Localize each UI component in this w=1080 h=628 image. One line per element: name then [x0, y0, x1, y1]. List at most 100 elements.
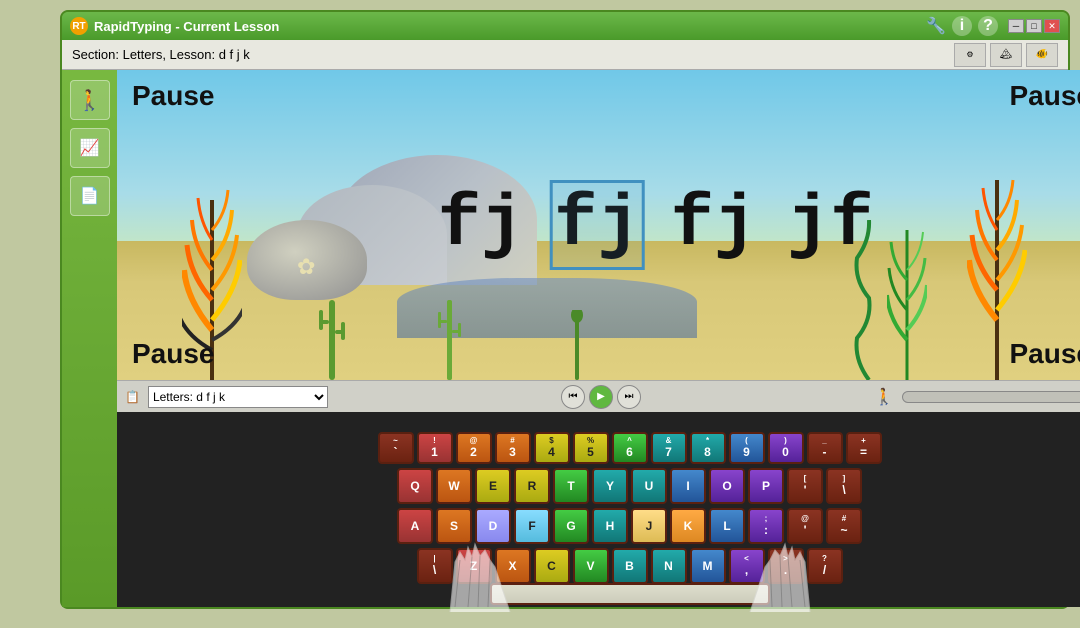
key-slash[interactable]: ?/ — [807, 548, 843, 584]
key-a[interactable]: A — [397, 508, 433, 544]
qwerty-row: Q W E R T Y U I O P [' ]\ — [397, 468, 862, 504]
key-7[interactable]: &7 — [651, 432, 687, 464]
key-backslash[interactable]: |\ — [417, 548, 453, 584]
minimize-button[interactable]: ─ — [1008, 19, 1024, 33]
key-backtick[interactable]: ~` — [378, 432, 414, 464]
plant-small-1 — [567, 310, 587, 380]
playback-controls: ⏮ ▶ ⏭ — [336, 385, 866, 409]
starfish-decoration: ✿ — [297, 254, 315, 280]
language-flag — [6, 610, 22, 622]
key-b[interactable]: B — [612, 548, 648, 584]
key-s[interactable]: S — [436, 508, 472, 544]
key-2[interactable]: @2 — [456, 432, 492, 464]
key-hash[interactable]: #~ — [826, 508, 862, 544]
keyboard-area: ~` !1 @2 #3 $4 %5 ^6 &7 *8 (9 )0 _- — [117, 412, 1080, 607]
outer-wrapper: som... char... adul... English RT RapidT… — [0, 0, 1080, 628]
key-k[interactable]: K — [670, 508, 706, 544]
forward-button[interactable]: ⏭ — [617, 385, 641, 409]
key-6[interactable]: ^6 — [612, 432, 648, 464]
walk-icon: 🚶 — [874, 387, 894, 407]
key-comma[interactable]: <, — [729, 548, 765, 584]
left-sidebar: 🚶 📈 📄 — [62, 70, 117, 607]
key-h[interactable]: H — [592, 508, 628, 544]
key-semicolon[interactable]: ;: — [748, 508, 784, 544]
spacebar[interactable] — [490, 583, 770, 605]
pause-label-bl[interactable]: Pause — [132, 338, 215, 370]
pause-label-br[interactable]: Pause — [1010, 338, 1080, 370]
key-p[interactable]: P — [748, 468, 784, 504]
typing-word-highlighted: fj — [554, 184, 640, 266]
sidebar-chart-btn[interactable]: 📈 — [70, 128, 110, 168]
key-9[interactable]: (9 — [729, 432, 765, 464]
key-g[interactable]: G — [553, 508, 589, 544]
key-v[interactable]: V — [573, 548, 609, 584]
window-title: RapidTyping - Current Lesson — [94, 19, 926, 34]
typing-scene: ✿ — [117, 70, 1080, 380]
window-controls: ─ □ ✕ — [1008, 19, 1060, 33]
scene-container: ✿ — [117, 70, 1080, 607]
key-1[interactable]: !1 — [417, 432, 453, 464]
wrench-icon[interactable]: 🔧 — [926, 16, 946, 36]
language-label: English — [26, 610, 62, 622]
key-e[interactable]: E — [475, 468, 511, 504]
plant-right-2 — [887, 200, 927, 380]
toolbar-strip: Section: Letters, Lesson: d f j k ⚙ 🏔 🐠 — [62, 40, 1068, 70]
key-u[interactable]: U — [631, 468, 667, 504]
progress-bar — [902, 391, 1080, 403]
key-bracket-left[interactable]: [' — [787, 468, 823, 504]
pause-label-tr[interactable]: Pause — [1010, 80, 1080, 112]
asdf-row: A S D F G H J K L ;: @' #~ — [397, 508, 862, 544]
key-l[interactable]: L — [709, 508, 745, 544]
num-row: ~` !1 @2 #3 $4 %5 ^6 &7 *8 (9 )0 _- — [378, 432, 882, 464]
toolbar-icons: ⚙ 🏔 🐠 — [954, 43, 1058, 67]
key-f[interactable]: F — [514, 508, 550, 544]
sidebar-walk-btn[interactable]: 🚶 — [70, 80, 110, 120]
key-o[interactable]: O — [709, 468, 745, 504]
key-d[interactable]: D — [475, 508, 511, 544]
toolbar-btn-fish[interactable]: 🐠 — [1026, 43, 1058, 67]
help-icon[interactable]: ? — [978, 16, 998, 36]
key-j[interactable]: J — [631, 508, 667, 544]
typing-word-4: jf — [787, 184, 873, 266]
sidebar-doc-btn[interactable]: 📄 — [70, 176, 110, 216]
key-period[interactable]: >. — [768, 548, 804, 584]
toolbar-btn-1[interactable]: ⚙ — [954, 43, 986, 67]
key-c[interactable]: C — [534, 548, 570, 584]
key-n[interactable]: N — [651, 548, 687, 584]
key-q[interactable]: Q — [397, 468, 433, 504]
app-icon: RT — [70, 17, 88, 35]
key-z[interactable]: Z — [456, 548, 492, 584]
key-3[interactable]: #3 — [495, 432, 531, 464]
cactus-mid — [437, 290, 462, 380]
key-4[interactable]: $4 — [534, 432, 570, 464]
info-icon[interactable]: i — [952, 16, 972, 36]
key-r[interactable]: R — [514, 468, 550, 504]
key-minus[interactable]: _- — [807, 432, 843, 464]
toolbar-btn-mountain[interactable]: 🏔 — [990, 43, 1022, 67]
play-button[interactable]: ▶ — [589, 385, 613, 409]
typing-display: fj fj fj jf — [438, 184, 874, 266]
key-equals[interactable]: += — [846, 432, 882, 464]
lesson-select[interactable]: Letters: d f j k — [148, 386, 328, 408]
key-w[interactable]: W — [436, 468, 472, 504]
rewind-button[interactable]: ⏮ — [561, 385, 585, 409]
key-8[interactable]: *8 — [690, 432, 726, 464]
zxcv-row: |\ Z X C V B N M <, >. ?/ — [417, 548, 843, 584]
maximize-button[interactable]: □ — [1026, 19, 1042, 33]
key-y[interactable]: Y — [592, 468, 628, 504]
key-t[interactable]: T — [553, 468, 589, 504]
pause-label-tl[interactable]: Pause — [132, 80, 215, 112]
key-bracket-right[interactable]: ]\ — [826, 468, 862, 504]
key-m[interactable]: M — [690, 548, 726, 584]
key-quote[interactable]: @' — [787, 508, 823, 544]
main-area: 🚶 📈 📄 ✿ — [62, 70, 1080, 607]
lesson-icon: 📋 — [125, 390, 140, 404]
section-info: Section: Letters, Lesson: d f j k — [72, 47, 954, 62]
key-i[interactable]: I — [670, 468, 706, 504]
key-5[interactable]: %5 — [573, 432, 609, 464]
cactus-left — [317, 280, 347, 380]
key-x[interactable]: X — [495, 548, 531, 584]
close-button[interactable]: ✕ — [1044, 19, 1060, 33]
key-0[interactable]: )0 — [768, 432, 804, 464]
bottom-controls: 📋 Letters: d f j k ⏮ ▶ ⏭ 🚶 ✓ — [117, 380, 1080, 412]
